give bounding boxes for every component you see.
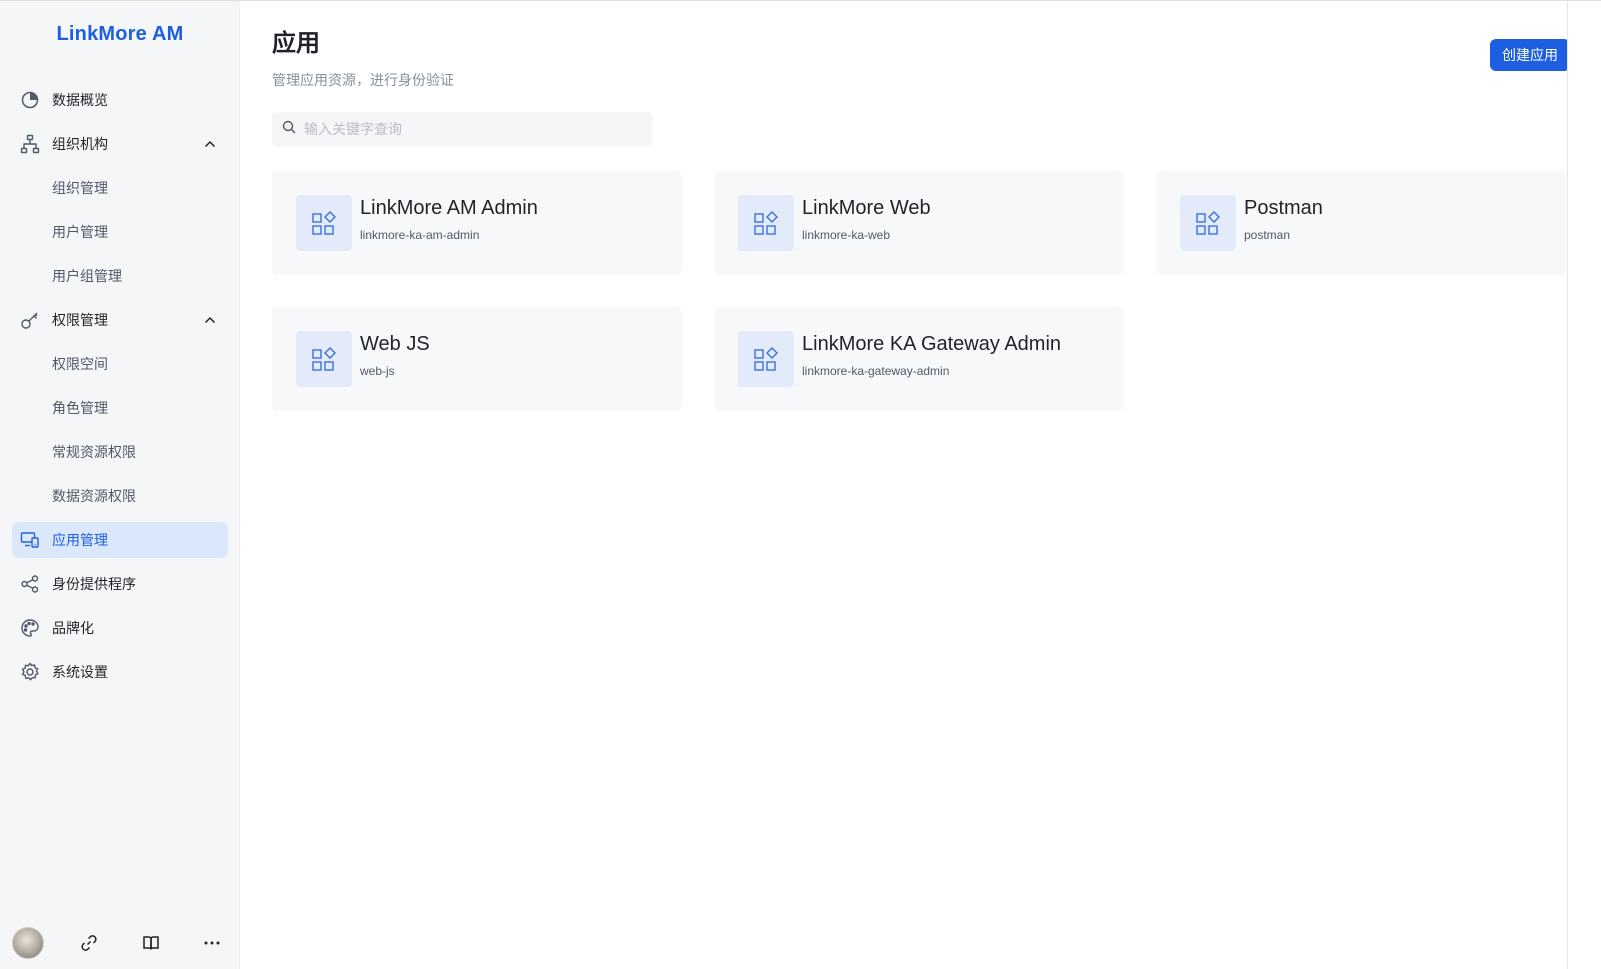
key-icon (20, 310, 40, 330)
sidebar-item-label: 应用管理 (52, 532, 108, 548)
apps-icon (1180, 195, 1236, 251)
pie-chart-icon (20, 90, 40, 110)
sidebar-item-label: 组织机构 (52, 136, 108, 152)
page-subtitle: 管理应用资源，进行身份验证 (272, 72, 454, 88)
sidebar-item-data-resource-permissions[interactable]: 数据资源权限 (12, 478, 228, 514)
org-tree-icon (20, 134, 40, 154)
sidebar-item-label: 数据资源权限 (52, 488, 136, 504)
sidebar-item-org-management[interactable]: 组织管理 (12, 170, 228, 206)
search-box (272, 112, 652, 146)
app-name: LinkMore KA Gateway Admin (802, 333, 1062, 355)
app-name: Web JS (360, 333, 430, 355)
avatar[interactable] (12, 927, 44, 959)
sidebar-item-label: 权限空间 (52, 356, 108, 372)
sidebar-item-label: 品牌化 (52, 620, 94, 636)
more-icon[interactable] (196, 927, 228, 959)
apps-icon (296, 331, 352, 387)
sidebar-item-permission-space[interactable]: 权限空间 (12, 346, 228, 382)
apps-icon (738, 331, 794, 387)
app-card[interactable]: LinkMore AM Admin linkmore-ka-am-admin (272, 171, 682, 275)
sidebar-item-system-settings[interactable]: 系统设置 (12, 654, 228, 690)
sidebar-item-identity-providers[interactable]: 身份提供程序 (12, 566, 228, 602)
app-card[interactable]: LinkMore KA Gateway Admin linkmore-ka-ga… (714, 307, 1124, 411)
app-name: LinkMore Web (802, 197, 931, 219)
search-input[interactable] (304, 121, 634, 137)
page-title: 应用 (272, 30, 320, 57)
app-code: linkmore-ka-web (802, 228, 891, 242)
sidebar-item-organization[interactable]: 组织机构 (12, 126, 228, 162)
brand-logo[interactable]: LinkMore AM (0, 23, 240, 46)
sidebar-footer (12, 927, 228, 959)
main-content: 应用 管理应用资源，进行身份验证 创建应用 LinkMore AM Admin … (240, 1, 1601, 969)
create-app-button[interactable]: 创建应用 (1490, 39, 1570, 71)
palette-icon (20, 618, 40, 638)
sidebar-item-label: 数据概览 (52, 92, 108, 108)
apps-icon (296, 195, 352, 251)
sidebar-item-branding[interactable]: 品牌化 (12, 610, 228, 646)
sidebar-nav: 数据概览 组织机构 组织管理 用户管理 用户组管理 权限管理 权限空间 角色管理… (12, 82, 228, 698)
share-icon (20, 574, 40, 594)
sidebar-item-label: 身份提供程序 (52, 576, 136, 592)
sidebar-item-label: 权限管理 (52, 312, 108, 328)
sidebar-item-applications[interactable]: 应用管理 (12, 522, 228, 558)
sidebar-item-user-management[interactable]: 用户管理 (12, 214, 228, 250)
app-card[interactable]: LinkMore Web linkmore-ka-web (714, 171, 1124, 275)
link-icon[interactable] (73, 927, 105, 959)
app-name: LinkMore AM Admin (360, 197, 538, 219)
sidebar-item-permissions[interactable]: 权限管理 (12, 302, 228, 338)
sidebar-item-label: 组织管理 (52, 180, 108, 196)
sidebar-item-usergroup-management[interactable]: 用户组管理 (12, 258, 228, 294)
sidebar-item-label: 系统设置 (52, 664, 108, 680)
search-icon (282, 120, 296, 139)
sidebar-item-overview[interactable]: 数据概览 (12, 82, 228, 118)
app-window: LinkMore AM 数据概览 组织机构 组织管理 用户管理 用户组管理 权限… (0, 0, 1601, 969)
sidebar-item-role-management[interactable]: 角色管理 (12, 390, 228, 426)
sidebar-item-label: 用户管理 (52, 224, 108, 240)
app-code: postman (1244, 228, 1291, 242)
sidebar-item-label: 常规资源权限 (52, 444, 136, 460)
app-card[interactable]: Postman postman (1156, 171, 1566, 275)
sidebar: LinkMore AM 数据概览 组织机构 组织管理 用户管理 用户组管理 权限… (0, 1, 240, 969)
devices-icon (20, 530, 40, 550)
app-grid: LinkMore AM Admin linkmore-ka-am-admin L… (272, 171, 1570, 411)
book-icon[interactable] (135, 927, 167, 959)
sidebar-item-label: 角色管理 (52, 400, 108, 416)
app-code: linkmore-ka-am-admin (360, 228, 480, 242)
window-edge (1567, 1, 1601, 969)
gear-icon (20, 662, 40, 682)
apps-icon (738, 195, 794, 251)
sidebar-item-general-resource-permissions[interactable]: 常规资源权限 (12, 434, 228, 470)
app-card[interactable]: Web JS web-js (272, 307, 682, 411)
app-code: linkmore-ka-gateway-admin (802, 364, 950, 378)
chevron-up-icon[interactable] (202, 312, 218, 328)
chevron-up-icon[interactable] (202, 136, 218, 152)
app-name: Postman (1244, 197, 1323, 219)
sidebar-item-label: 用户组管理 (52, 268, 122, 284)
app-code: web-js (360, 364, 395, 378)
